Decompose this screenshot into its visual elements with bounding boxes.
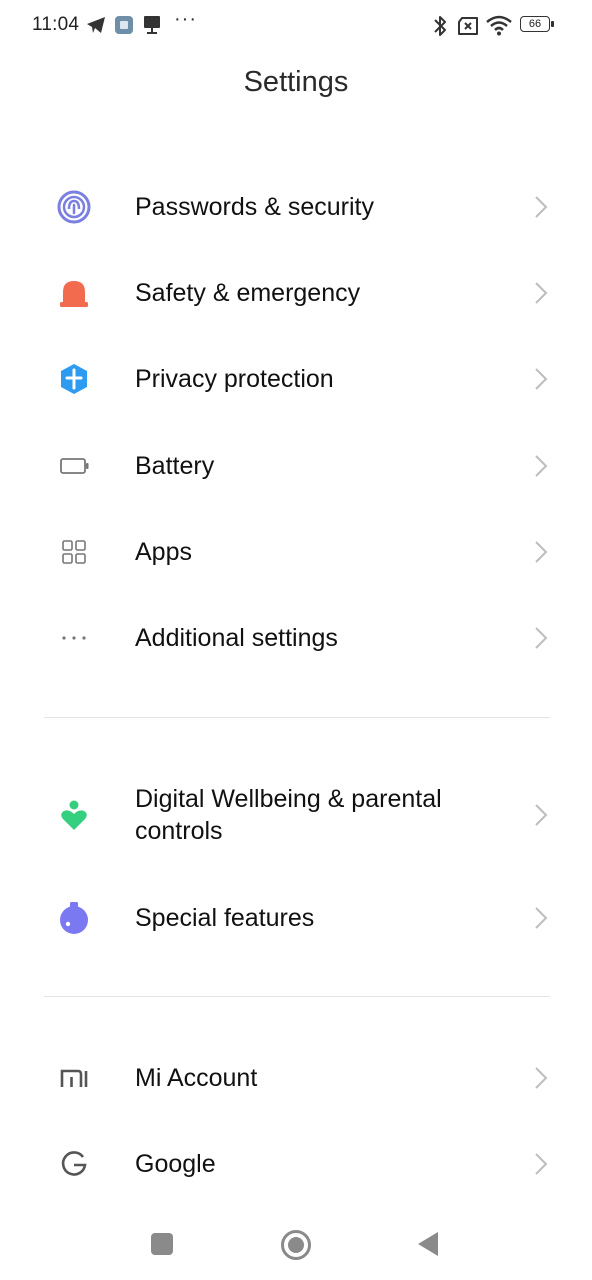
status-bar: 11:04 ··· 66: [0, 0, 592, 52]
settings-item-special-features[interactable]: Special features: [0, 875, 592, 961]
battery-level: 66: [528, 18, 542, 30]
no-sim-icon: [458, 17, 478, 35]
settings-item-digital-wellbeing[interactable]: Digital Wellbeing & parental controls: [0, 772, 592, 858]
section-divider: [44, 996, 550, 997]
mi-logo-icon: [60, 1069, 88, 1087]
chevron-right-icon: [535, 368, 548, 390]
bluetooth-icon: [434, 16, 446, 36]
telegram-icon: [87, 17, 105, 33]
settings-item-passwords-security[interactable]: Passwords & security: [0, 164, 592, 250]
page-title: Settings: [243, 66, 349, 98]
settings-item-google[interactable]: Google: [0, 1121, 592, 1207]
fingerprint-icon: [57, 190, 91, 224]
settings-item-mi-account[interactable]: Mi Account: [0, 1035, 592, 1121]
google-icon: [61, 1151, 87, 1176]
status-time: 11:04: [32, 14, 80, 35]
settings-item-label: Digital Wellbeing & parental controls: [135, 785, 442, 845]
app-notification-icon: [115, 16, 133, 34]
settings-item-privacy-protection[interactable]: Privacy protection: [0, 336, 592, 422]
settings-item-label: Google: [135, 1150, 216, 1178]
privacy-shield-icon: [61, 364, 87, 394]
navigation-bar: [0, 1208, 592, 1280]
settings-item-battery[interactable]: Battery: [0, 423, 592, 509]
battery-icon: 66: [520, 16, 554, 34]
siren-icon: [60, 281, 88, 307]
settings-item-label: Additional settings: [135, 624, 338, 652]
chevron-right-icon: [535, 1153, 548, 1175]
settings-item-label: Special features: [135, 904, 315, 932]
section-divider: [44, 717, 550, 718]
apps-grid-icon: [62, 540, 86, 564]
chevron-right-icon: [535, 1067, 548, 1089]
settings-item-additional-settings[interactable]: Additional settings: [0, 595, 592, 681]
wifi-icon: [486, 15, 512, 36]
chevron-right-icon: [535, 455, 548, 477]
wellbeing-icon: [61, 800, 87, 830]
usb-debug-icon: [144, 16, 160, 34]
home-button[interactable]: [279, 1228, 313, 1262]
more-dots-icon: [62, 636, 86, 640]
settings-item-label: Mi Account: [135, 1064, 258, 1092]
settings-item-safety-emergency[interactable]: Safety & emergency: [0, 250, 592, 336]
settings-item-label: Privacy protection: [135, 365, 334, 393]
battery-icon: [60, 458, 89, 474]
settings-item-label: Safety & emergency: [135, 279, 361, 307]
settings-item-label: Battery: [135, 452, 215, 480]
settings-item-label: Passwords & security: [135, 193, 374, 221]
settings-item-apps[interactable]: Apps: [0, 509, 592, 595]
chevron-right-icon: [535, 282, 548, 304]
back-button[interactable]: [414, 1230, 442, 1258]
status-overflow: ···: [174, 8, 197, 30]
special-features-icon: [60, 902, 88, 934]
chevron-right-icon: [535, 804, 548, 826]
chevron-right-icon: [535, 196, 548, 218]
recents-button[interactable]: [148, 1230, 176, 1258]
chevron-right-icon: [535, 541, 548, 563]
chevron-right-icon: [535, 907, 548, 929]
settings-item-label: Apps: [135, 538, 192, 566]
chevron-right-icon: [535, 627, 548, 649]
